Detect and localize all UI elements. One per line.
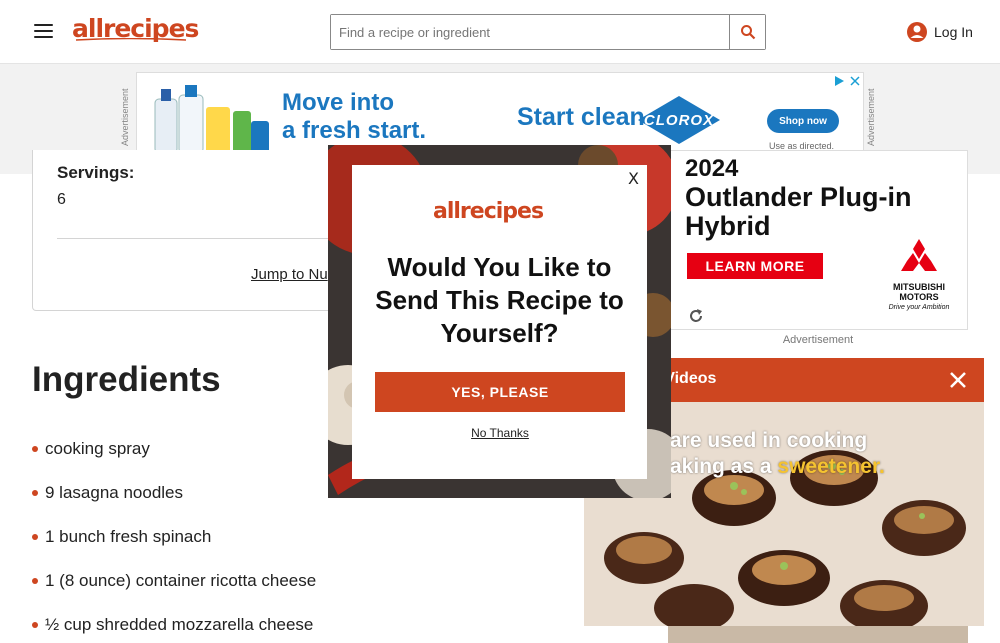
ad-side-label-right: Advertisement bbox=[866, 88, 876, 147]
caption-highlight: sweetener. bbox=[777, 455, 885, 478]
ad-side-label-left: Advertisement bbox=[120, 88, 130, 147]
search-bar bbox=[330, 14, 766, 50]
yes-please-button[interactable]: YES, PLEASE bbox=[375, 372, 625, 412]
ingredient-item: ½ cup shredded mozzarella cheese bbox=[32, 613, 316, 643]
ingredient-text: 1 bunch fresh spinach bbox=[45, 527, 212, 546]
ad-headline: Move into a fresh start. bbox=[282, 89, 427, 144]
ingredient-text: cooking spray bbox=[45, 439, 150, 458]
search-input[interactable] bbox=[331, 15, 729, 49]
ad-start-text: Start clean. bbox=[517, 103, 652, 131]
site-header: allrecipes Log In bbox=[0, 0, 1000, 64]
ingredient-text: 9 lasagna noodles bbox=[45, 483, 184, 502]
ad-close-icon[interactable] bbox=[849, 75, 861, 87]
logo-swoosh-icon bbox=[76, 38, 186, 41]
ad-bottom-strip bbox=[668, 626, 968, 643]
no-thanks-link[interactable]: No Thanks bbox=[375, 426, 625, 440]
bullet-icon bbox=[32, 534, 38, 540]
ad-title: Outlander Plug-in Hybrid bbox=[685, 182, 912, 241]
video-caption: are used in cooking aking as a sweetener… bbox=[670, 428, 885, 480]
advertisement-label: Advertisement bbox=[782, 334, 854, 346]
clorox-bottles-image bbox=[154, 85, 269, 154]
bullet-icon bbox=[32, 490, 38, 496]
bullet-icon bbox=[32, 446, 38, 452]
shop-now-button[interactable]: Shop now bbox=[767, 109, 839, 133]
mitsubishi-diamonds-icon bbox=[901, 239, 937, 271]
servings-label: Servings: bbox=[57, 163, 135, 182]
ingredient-text: ½ cup shredded mozzarella cheese bbox=[45, 615, 314, 634]
mitsubishi-logo: MITSUBISHI MOTORS Drive your Ambition bbox=[879, 239, 959, 319]
caption-line-1: are used in cooking bbox=[670, 429, 868, 452]
modal-heading: Would You Like to Send This Recipe to Yo… bbox=[375, 252, 624, 348]
clorox-brand-text: CLOROX bbox=[643, 111, 715, 129]
bullet-icon bbox=[32, 622, 38, 628]
login-button[interactable]: Log In bbox=[906, 21, 973, 43]
learn-more-button[interactable]: LEARN MORE bbox=[687, 253, 823, 279]
ingredients-list: cooking spray 9 lasagna noodles 1 bunch … bbox=[32, 437, 316, 643]
ingredient-item: cooking spray bbox=[32, 437, 316, 481]
caption-line-2: aking as a bbox=[670, 455, 778, 478]
modal-close-button[interactable]: X bbox=[628, 169, 639, 188]
ad-choices[interactable] bbox=[833, 75, 861, 87]
ingredient-item: 1 bunch fresh spinach bbox=[32, 525, 316, 569]
reload-icon[interactable] bbox=[687, 307, 705, 325]
adchoices-icon[interactable] bbox=[833, 75, 845, 87]
search-icon bbox=[740, 25, 755, 40]
ingredients-heading: Ingredients bbox=[32, 360, 221, 399]
send-recipe-modal: X allrecipes Would You Like to Send This… bbox=[328, 145, 671, 498]
ad-year: 2024 bbox=[685, 155, 739, 182]
hamburger-menu-icon[interactable] bbox=[30, 20, 58, 44]
close-icon[interactable] bbox=[948, 370, 968, 390]
search-button[interactable] bbox=[729, 15, 765, 49]
ingredient-item: 9 lasagna noodles bbox=[32, 481, 316, 525]
bullet-icon bbox=[32, 578, 38, 584]
clorox-logo: CLOROX bbox=[637, 95, 721, 145]
ingredient-item: 1 (8 ounce) container ricotta cheese bbox=[32, 569, 316, 613]
login-label: Log In bbox=[934, 24, 973, 40]
mitsubishi-tagline: Drive your Ambition bbox=[888, 304, 950, 311]
jump-to-nutrition-link[interactable]: Jump to Nu bbox=[251, 266, 328, 283]
allrecipes-logo[interactable]: allrecipes bbox=[72, 14, 199, 43]
account-icon bbox=[907, 22, 927, 42]
mitsubishi-brand: MITSUBISHI MOTORS bbox=[892, 282, 945, 302]
servings-value: 6 bbox=[57, 191, 66, 208]
ingredient-text: 1 (8 ounce) container ricotta cheese bbox=[45, 571, 317, 590]
modal-logo: allrecipes bbox=[433, 199, 544, 224]
mitsubishi-ad[interactable]: 2024 Outlander Plug-in Hybrid LEARN MORE… bbox=[668, 150, 968, 330]
